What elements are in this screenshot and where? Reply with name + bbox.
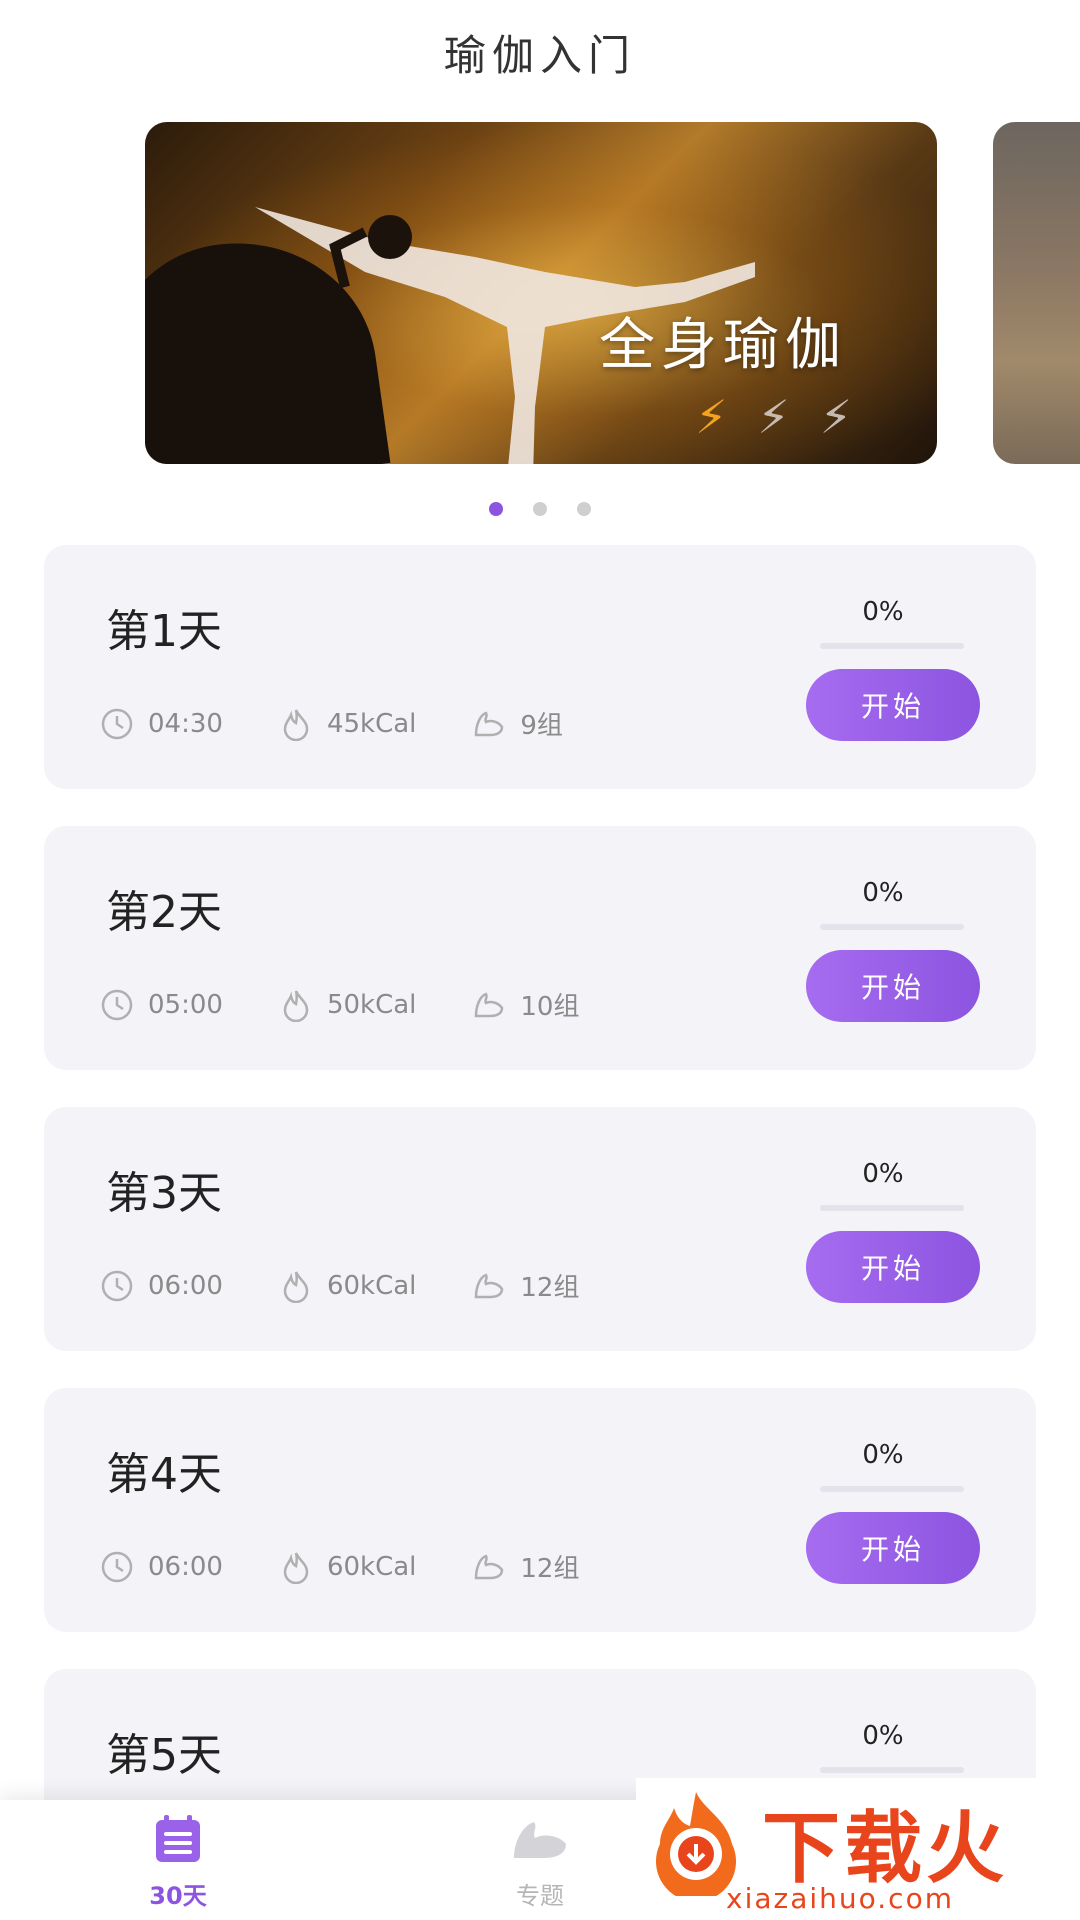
progress-percent: 0% <box>862 597 904 627</box>
duration-value: 06:00 <box>148 1551 223 1582</box>
start-button[interactable]: 开始 <box>806 1512 980 1584</box>
calories-stat: 60kCal <box>279 1550 416 1584</box>
difficulty-rating: ⚡ ⚡ ⚡ <box>695 394 852 440</box>
calories-stat: 45kCal <box>279 707 416 741</box>
progress-bar <box>820 1486 964 1492</box>
flame-icon <box>283 989 309 1022</box>
clock-icon <box>101 708 133 739</box>
nav-item-30-days[interactable]: 30天 <box>98 1814 258 1911</box>
clock-icon <box>101 989 133 1020</box>
duration-stat: 06:00 <box>100 1269 223 1303</box>
progress-bar <box>820 1767 964 1773</box>
duration-value: 06:00 <box>148 1270 223 1301</box>
day-card[interactable]: 第4天 06:00 60kCal 12组 0% 开始 <box>44 1388 1036 1632</box>
sets-value: 12组 <box>520 1273 580 1303</box>
flame-icon <box>283 708 309 741</box>
clock-icon <box>101 1270 133 1301</box>
day-title: 第3天 <box>106 1168 222 1219</box>
day-card[interactable]: 第1天 04:30 45kCal 9组 0% 开始 <box>44 545 1036 789</box>
sets-stat: 10组 <box>472 986 579 1023</box>
flame-icon <box>283 1551 309 1584</box>
sets-stat: 12组 <box>472 1267 579 1304</box>
day-title: 第1天 <box>106 606 222 657</box>
day-title: 第4天 <box>106 1449 222 1500</box>
nav-label: 专题 <box>516 1882 564 1910</box>
clock-icon <box>101 1551 133 1582</box>
progress-percent: 0% <box>862 878 904 908</box>
muscle-icon <box>475 1272 504 1298</box>
course-banner[interactable]: 全身瑜伽 ⚡ ⚡ ⚡ <box>145 122 937 464</box>
calories-value: 50kCal <box>326 989 417 1020</box>
next-banner-preview[interactable] <box>993 122 1080 464</box>
day-title: 第2天 <box>106 887 222 938</box>
start-button[interactable]: 开始 <box>806 1231 980 1303</box>
lightning-icon: ⚡ <box>819 390 852 444</box>
carousel-indicator <box>0 502 1080 516</box>
start-button[interactable]: 开始 <box>806 950 980 1022</box>
muscle-icon <box>475 710 504 736</box>
muscle-icon <box>514 1822 566 1858</box>
fire-logo-icon <box>656 1792 736 1896</box>
progress-bar <box>820 1205 964 1211</box>
sets-value: 10组 <box>520 992 580 1022</box>
progress-percent: 0% <box>862 1721 904 1751</box>
day-card[interactable]: 第2天 05:00 50kCal 10组 0% 开始 <box>44 826 1036 1070</box>
watermark: 下载火 xiazaihuo.com <box>636 1778 1080 1920</box>
muscle-icon <box>475 991 504 1017</box>
page-title: 瑜伽入门 <box>443 31 636 80</box>
duration-stat: 06:00 <box>100 1550 223 1584</box>
nav-item-topics[interactable]: 专题 <box>460 1814 620 1911</box>
nav-label: 30天 <box>149 1882 207 1910</box>
sets-stat: 9组 <box>472 705 563 742</box>
carousel-dot[interactable] <box>577 502 591 516</box>
carousel-dot[interactable] <box>533 502 547 516</box>
muscle-icon <box>475 1553 504 1579</box>
sets-value: 12组 <box>520 1554 580 1584</box>
calendar-list-icon <box>156 1815 200 1862</box>
duration-stat: 05:00 <box>100 988 223 1022</box>
progress-percent: 0% <box>862 1440 904 1470</box>
flame-icon <box>283 1270 309 1303</box>
sets-stat: 12组 <box>472 1548 579 1585</box>
progress-percent: 0% <box>862 1159 904 1189</box>
sets-value: 9组 <box>520 711 563 741</box>
lightning-icon: ⚡ <box>695 390 728 444</box>
progress-bar <box>820 924 964 930</box>
calories-value: 60kCal <box>326 1270 417 1301</box>
calories-stat: 60kCal <box>279 1269 416 1303</box>
day-title: 第5天 <box>106 1730 222 1781</box>
watermark-url: xiazaihuo.com <box>726 1882 954 1915</box>
lightning-icon: ⚡ <box>757 390 790 444</box>
day-card[interactable]: 第3天 06:00 60kCal 12组 0% 开始 <box>44 1107 1036 1351</box>
calories-value: 45kCal <box>326 708 417 739</box>
carousel-dot[interactable] <box>489 502 503 516</box>
start-button[interactable]: 开始 <box>806 669 980 741</box>
banner-title: 全身瑜伽 <box>599 313 847 378</box>
duration-value: 04:30 <box>148 708 223 739</box>
progress-bar <box>820 643 964 649</box>
calories-stat: 50kCal <box>279 988 416 1022</box>
duration-value: 05:00 <box>148 989 223 1020</box>
duration-stat: 04:30 <box>100 707 223 741</box>
calories-value: 60kCal <box>326 1551 417 1582</box>
